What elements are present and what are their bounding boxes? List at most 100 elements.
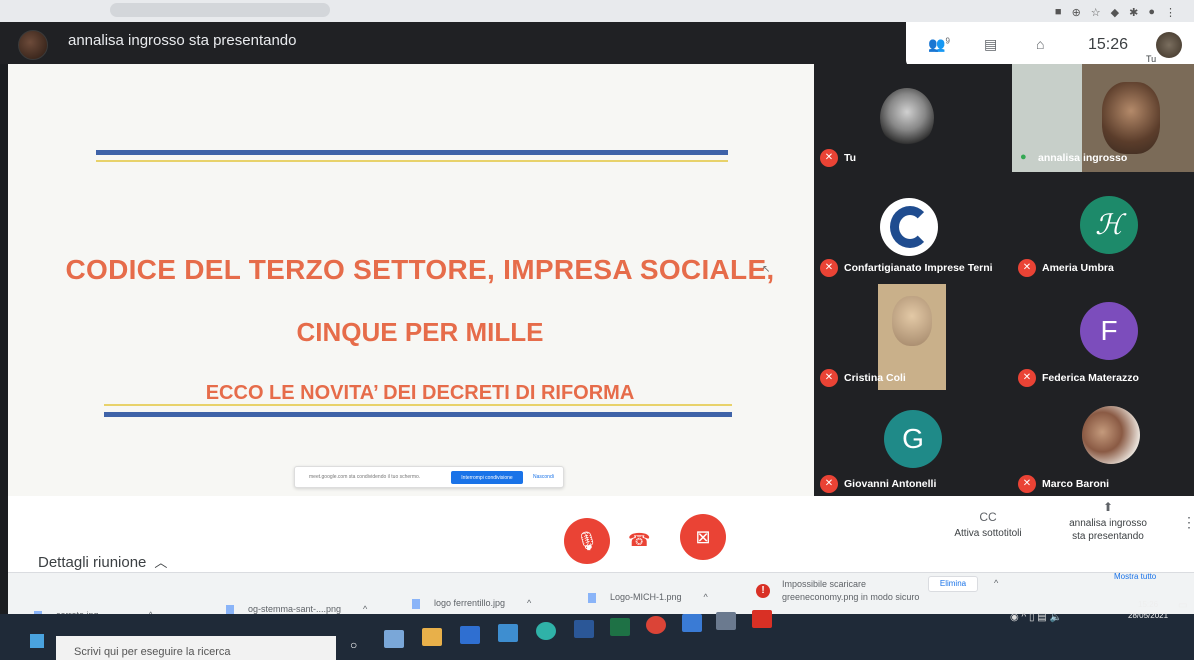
participant-avatar	[1082, 406, 1140, 464]
hide-notice-button[interactable]: Nascondi	[533, 474, 554, 480]
file-icon	[588, 592, 596, 603]
chrome-icon[interactable]	[646, 616, 666, 634]
slide-subtitle: ECCO LE NOVITA’ DEI DECRETI DI RIFORMA	[205, 382, 635, 404]
people-icon[interactable]: 👥9	[928, 36, 950, 53]
participant-logo	[880, 198, 938, 256]
task-view-icon[interactable]	[384, 630, 404, 648]
puzzle-icon[interactable]: ✱	[1129, 6, 1138, 19]
taskbar-date: 28/05/2021	[1128, 611, 1169, 620]
acrobat-icon[interactable]	[752, 610, 772, 628]
participant-name: Federica Materazzo	[1042, 372, 1139, 384]
slide-top-bar	[96, 150, 728, 155]
menu-dots-icon[interactable]: ⋮	[1165, 6, 1176, 19]
file-explorer-icon[interactable]	[422, 628, 442, 646]
chevron-up-icon: ︿	[154, 555, 168, 570]
download-item[interactable]: Logo-MICH-1.png ^	[588, 592, 708, 603]
show-all-downloads-link[interactable]: Mostra tutto	[1114, 572, 1156, 581]
slide-top-accent	[96, 160, 728, 162]
participant-name: annalisa ingrosso	[1038, 152, 1128, 164]
camera-toggle-button[interactable]: ⊠	[680, 514, 726, 560]
presenting-line2: sta presentando	[1072, 531, 1144, 542]
screen-share-notice: meet.google.com sta condividendo il tuo …	[294, 466, 564, 488]
slide-title-line1: CODICE DEL TERZO SETTORE, IMPRESA SOCIAL…	[65, 254, 775, 285]
participant-tile[interactable]: ✕ Cristina Coli	[814, 284, 1010, 392]
photos-icon[interactable]	[682, 614, 702, 632]
profile-icon[interactable]: ●	[1148, 6, 1155, 19]
participant-tile[interactable]: ● annalisa ingrosso	[1012, 64, 1194, 172]
volume-icon[interactable]: 🔈	[1050, 612, 1062, 623]
self-avatar[interactable]	[1156, 32, 1182, 58]
network-icon[interactable]: ▤	[1037, 612, 1046, 623]
mouse-cursor-icon: ↖	[762, 264, 771, 275]
chevron-up-icon[interactable]: ^	[527, 598, 531, 608]
participant-tile[interactable]: ✕ Confartigianato Imprese Terni	[814, 174, 1010, 282]
system-tray: ◉ ^ ▯ ▤ 🔈	[1010, 612, 1062, 623]
word-icon[interactable]	[574, 620, 594, 638]
mic-toggle-button[interactable]: 🎙	[564, 518, 610, 564]
confartigianato-logo-icon	[890, 206, 930, 248]
presenting-title: annalisa ingrosso sta presentando	[68, 32, 297, 49]
edge-icon[interactable]	[536, 622, 556, 640]
cortana-icon[interactable]: ○	[350, 638, 357, 652]
chevron-up-icon[interactable]: ^	[1022, 612, 1027, 623]
participant-tile[interactable]: F ✕ Federica Materazzo	[1012, 284, 1194, 392]
present-screen-icon: ⬆	[1102, 500, 1114, 514]
file-icon	[412, 598, 420, 609]
error-icon: !	[756, 584, 770, 598]
help-icon[interactable]: ◉	[1010, 612, 1019, 623]
participant-name: Confartigianato Imprese Terni	[844, 262, 993, 274]
extension-icon[interactable]: ◆	[1111, 6, 1119, 19]
meeting-details-label: Dettagli riunione	[38, 554, 147, 571]
activities-icon[interactable]: ⌂	[1036, 36, 1044, 52]
calculator-icon[interactable]	[716, 612, 736, 630]
clock: 15:26	[1088, 36, 1129, 53]
participant-tile[interactable]: ✕ Tu	[814, 64, 1010, 172]
bookmark-star-icon[interactable]: ☆	[1091, 6, 1101, 19]
windows-start-icon[interactable]	[30, 634, 44, 648]
captions-icon: CC	[979, 510, 997, 524]
participant-avatar	[880, 88, 934, 148]
camera-indicator-icon[interactable]: ■	[1055, 6, 1062, 19]
mic-off-icon: ✕	[1018, 259, 1036, 277]
chat-icon[interactable]: ▤	[984, 36, 997, 53]
battery-icon[interactable]: ▯	[1029, 612, 1035, 623]
hang-up-button[interactable]: ☎	[628, 530, 650, 551]
meeting-details-toggle[interactable]: Dettagli riunione ︿	[38, 552, 167, 571]
notification-icon[interactable]: ▭	[1178, 600, 1187, 611]
download-item[interactable]: logo ferrentillo.jpg ^	[412, 598, 531, 609]
excel-icon[interactable]	[610, 618, 630, 636]
participant-name: Giovanni Antonelli	[844, 478, 937, 490]
slide-title-line2: CINQUE PER MILLE	[296, 317, 544, 347]
delete-download-button[interactable]: Elimina	[928, 576, 978, 592]
phone-hangup-icon: ☎	[628, 530, 651, 550]
screen: ■ ⊕ ☆ ◆ ✱ ● ⋮ annalisa ingrosso sta pres…	[0, 0, 1194, 660]
participant-name: Tu	[844, 152, 857, 164]
chevron-up-icon[interactable]: ^	[994, 578, 998, 588]
mic-on-icon: ●	[1020, 151, 1027, 163]
mail-icon[interactable]	[498, 624, 518, 642]
participant-avatar: G	[884, 410, 942, 468]
participant-tile[interactable]: ℋ ✕ Ameria Umbra	[1012, 174, 1194, 282]
zoom-icon[interactable]: ⊕	[1072, 6, 1081, 19]
address-bar[interactable]	[110, 3, 330, 17]
mic-off-icon: 🎙	[575, 531, 599, 551]
taskbar-search-placeholder: Scrivi qui per eseguire la ricerca	[74, 646, 231, 658]
share-notice-text: meet.google.com sta condividendo il tuo …	[309, 474, 421, 480]
chevron-up-icon[interactable]: ^	[704, 592, 708, 602]
presentation-button[interactable]: ⬆ annalisa ingrosso sta presentando	[1058, 500, 1158, 542]
more-options-icon[interactable]: ⋮	[1182, 514, 1194, 531]
presenting-line1: annalisa ingrosso	[1069, 518, 1147, 529]
stop-sharing-button[interactable]: Interrompi condivisione	[451, 471, 523, 484]
participant-tile[interactable]: ✕ Marco Baroni	[1012, 394, 1194, 498]
slide-bottom-accent	[104, 404, 732, 406]
captions-button[interactable]: CC Attiva sottotitoli	[940, 510, 1036, 539]
meet-top-panel: 👥9 ▤ ⌂ 15:26 Tu	[906, 22, 1194, 68]
store-icon[interactable]	[460, 626, 480, 644]
taskbar-clock[interactable]: 15:26 28/05/2021	[1128, 599, 1168, 621]
face-shape	[892, 296, 932, 346]
chevron-up-icon[interactable]: ^	[363, 604, 367, 614]
download-filename: og-stemma-sant-....png	[248, 604, 342, 614]
participant-tile[interactable]: G ✕ Giovanni Antonelli	[814, 394, 1010, 498]
download-filename: Logo-MICH-1.png	[610, 592, 682, 602]
participant-grid: ✕ Tu ● annalisa ingrosso ✕ Confartigiana…	[814, 64, 1194, 498]
